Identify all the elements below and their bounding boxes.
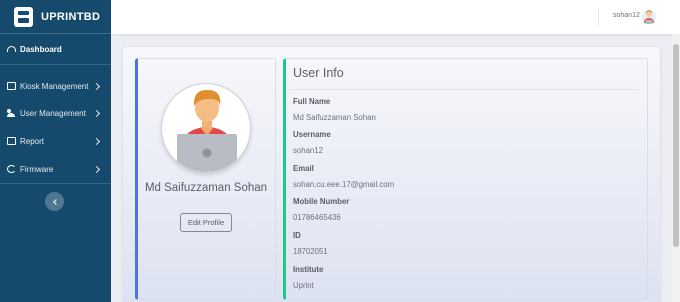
user-info-title: User Info [293, 66, 344, 80]
chevron-left-icon [52, 198, 59, 205]
report-icon [7, 137, 16, 145]
topbar: sohan12 [111, 0, 680, 34]
topbar-divider [598, 8, 599, 26]
firmware-icon [7, 165, 16, 173]
mobile-number-value: 01786465436 [293, 213, 341, 222]
sidebar-item-label: Report [20, 136, 45, 146]
institute-value: Uprint [293, 281, 314, 290]
sidebar-item-label: User Management [20, 108, 86, 118]
topbar-username[interactable]: sohan12 [613, 12, 640, 19]
username-value: sohan12 [293, 146, 323, 155]
chevron-right-icon [92, 137, 101, 145]
brand-name: UPRINTBD [41, 10, 101, 23]
full-name-label: Full Name [293, 97, 331, 106]
divider [289, 89, 639, 90]
email-value: sohan.cu.eee.17@gmail.com [293, 180, 395, 189]
email-label: Email [293, 164, 314, 173]
user-avatar-icon [177, 89, 237, 172]
sidebar-divider [0, 183, 111, 184]
scrollbar-thumb[interactable] [673, 44, 679, 247]
sidebar-item-kiosk-management[interactable]: Kiosk Management [0, 75, 111, 97]
institute-label: Institute [293, 265, 324, 274]
users-icon [7, 109, 16, 117]
sidebar: UPRINTBD Dashboard Kiosk Management User… [0, 0, 111, 302]
chevron-right-icon [92, 165, 101, 173]
user-info-panel [283, 58, 648, 300]
brand[interactable]: UPRINTBD [0, 0, 111, 34]
sidebar-item-dashboard[interactable]: Dashboard [0, 38, 111, 60]
dashboard-icon [7, 46, 16, 52]
id-value: 18702051 [293, 247, 328, 256]
kiosk-icon [7, 82, 16, 90]
sidebar-item-label: Kiosk Management [20, 81, 89, 91]
profile-name: Md Saifuzzaman Sohan [144, 182, 268, 194]
user-avatar-icon[interactable] [642, 8, 656, 25]
id-label: ID [293, 231, 301, 240]
sidebar-item-firmware[interactable]: Firmware [0, 158, 111, 180]
chevron-right-icon [92, 82, 101, 90]
username-label: Username [293, 130, 331, 139]
sidebar-item-label: Dashboard [20, 44, 62, 54]
chevron-right-icon [92, 109, 101, 117]
sidebar-divider [0, 64, 111, 65]
brand-logo-icon [14, 6, 33, 27]
sidebar-toggle-button[interactable] [45, 192, 64, 211]
sidebar-item-user-management[interactable]: User Management [0, 102, 111, 124]
full-name-value: Md Saifuzzaman Sohan [293, 113, 376, 122]
sidebar-item-label: Firmware [20, 164, 54, 174]
profile-avatar [161, 83, 251, 173]
mobile-number-label: Mobile Number [293, 197, 350, 206]
edit-profile-button[interactable]: Edit Profile [180, 213, 232, 232]
sidebar-item-report[interactable]: Report [0, 130, 111, 152]
